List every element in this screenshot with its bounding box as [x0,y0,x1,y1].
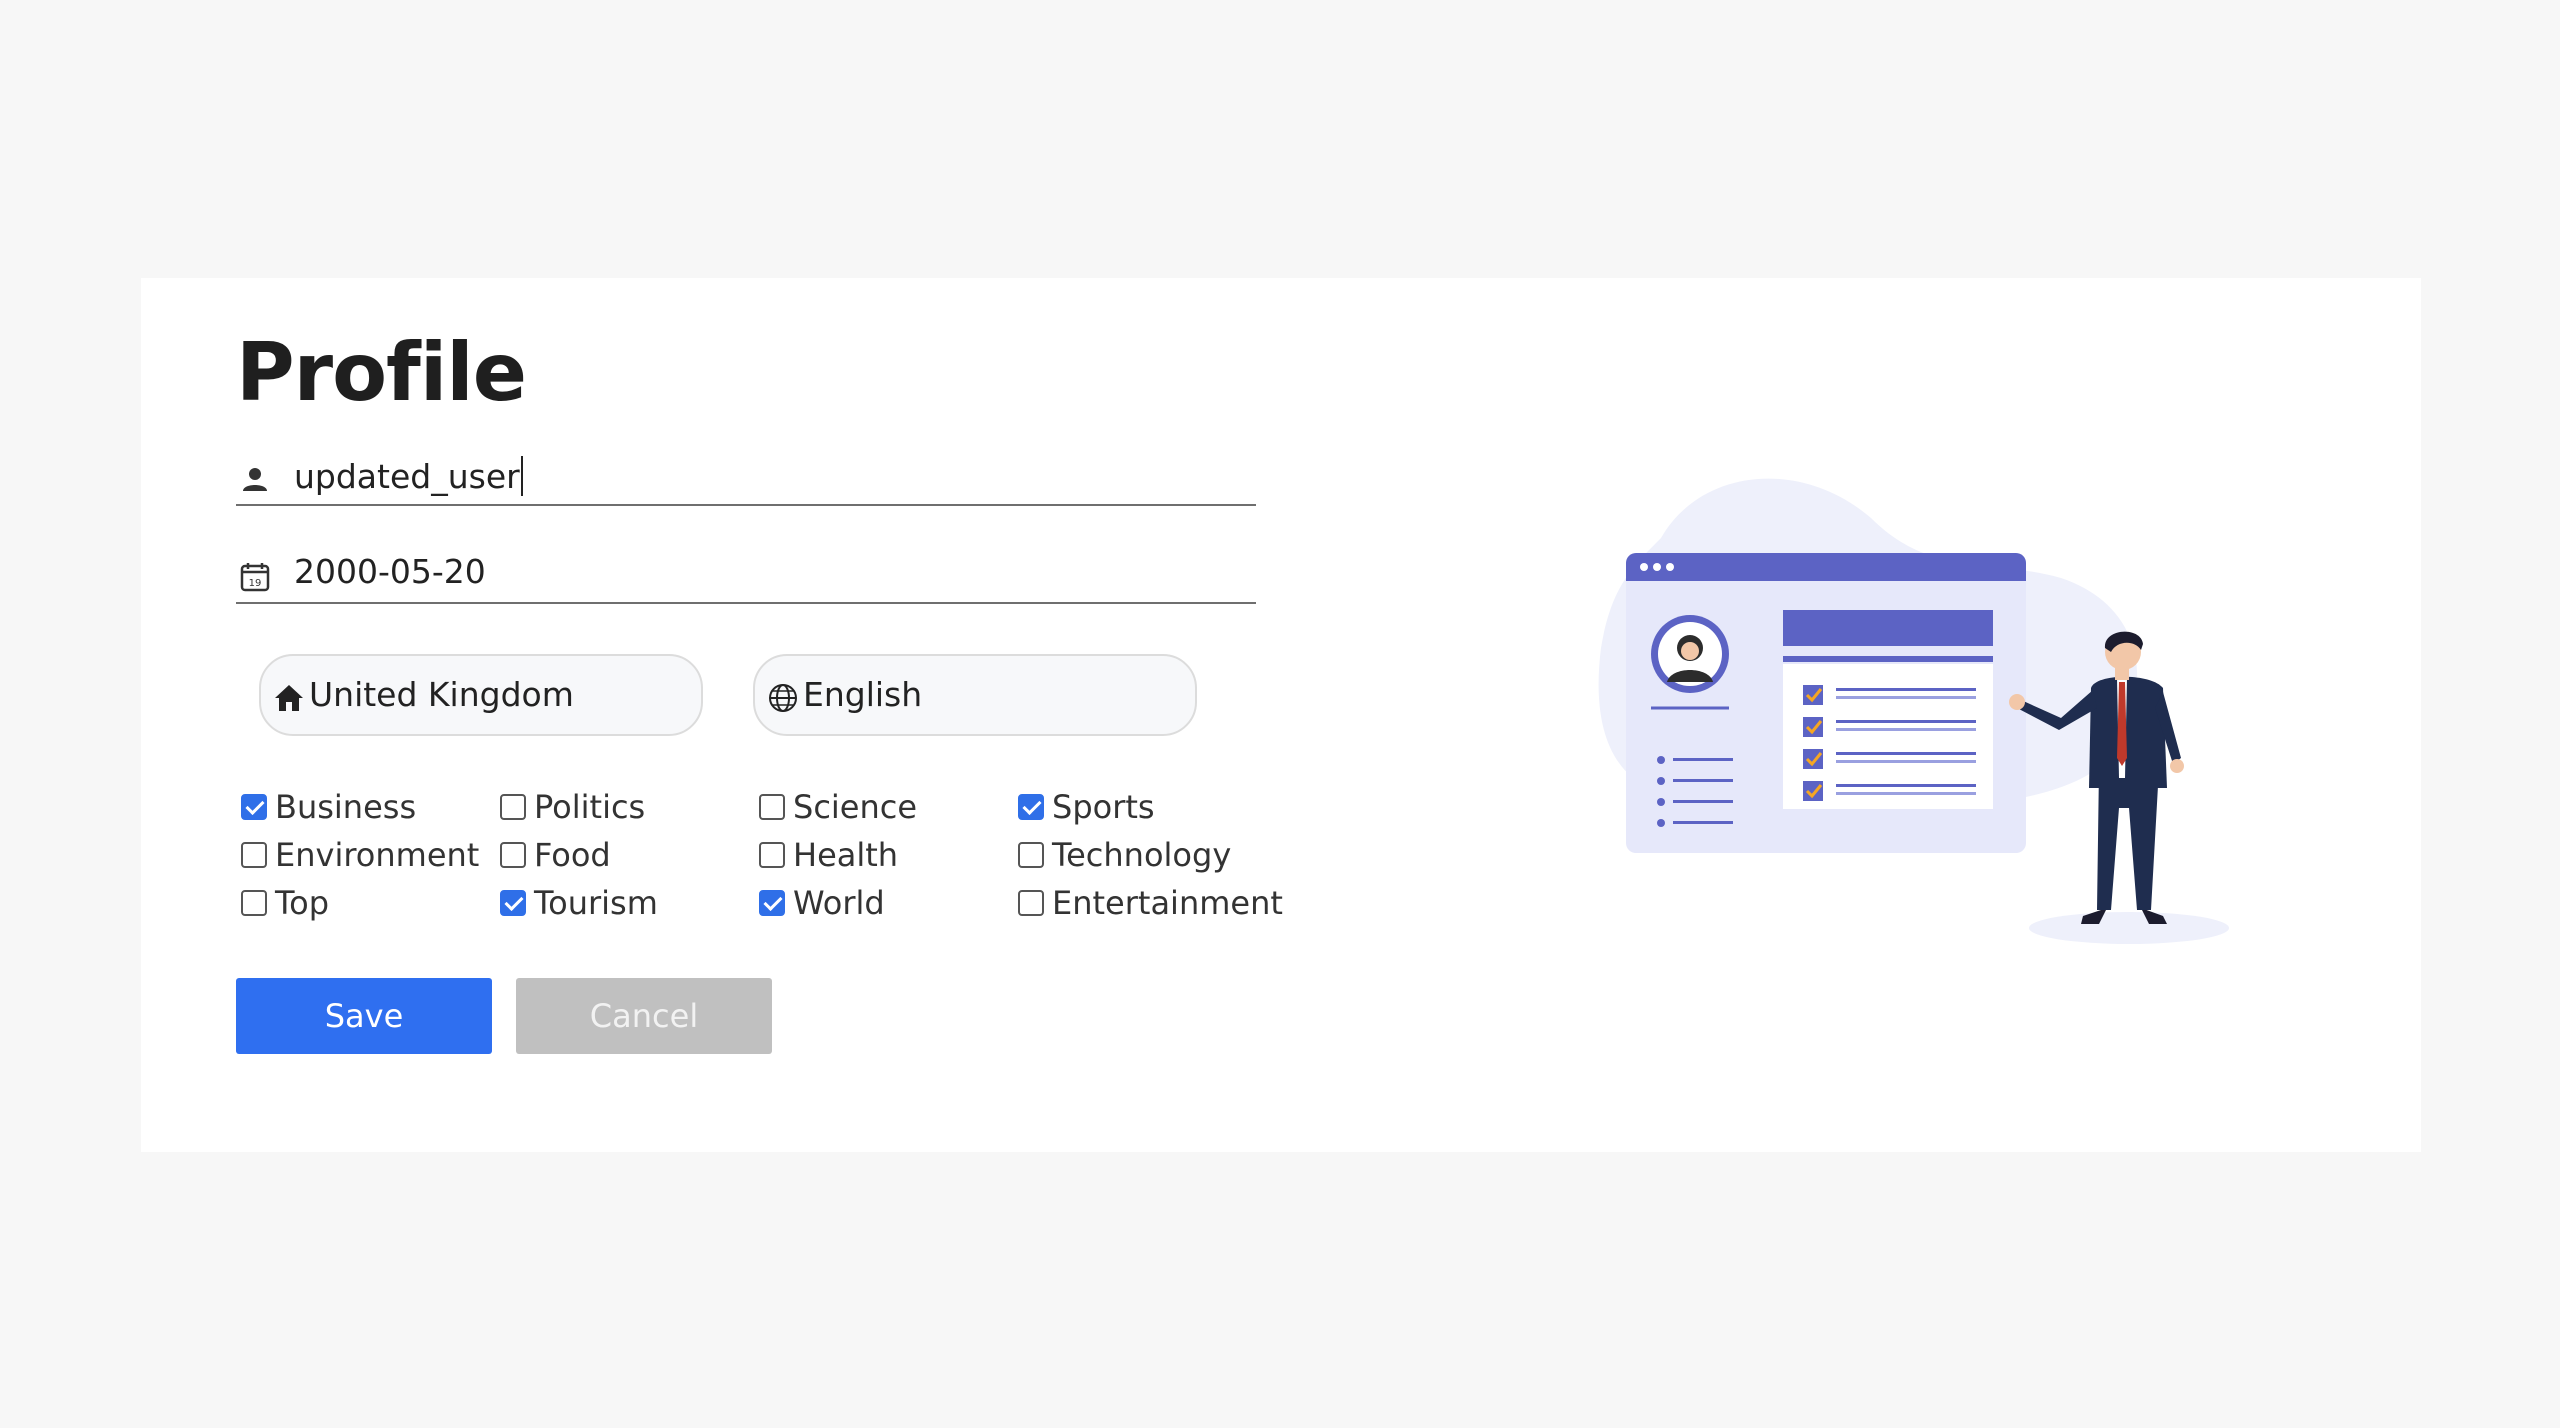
svg-text:19: 19 [249,578,262,589]
checkbox[interactable] [1018,890,1044,916]
content-header [1783,610,1993,646]
checkbox[interactable] [500,794,526,820]
checkbox[interactable] [241,794,267,820]
checkbox[interactable] [759,794,785,820]
home-icon [275,685,303,711]
calendar-icon: 19 [240,563,270,592]
birthdate-value: 2000-05-20 [294,552,486,591]
birthdate-field[interactable]: 19 2000-05-20 [236,542,1256,604]
country-value: United Kingdom [309,675,574,714]
checkbox[interactable] [500,842,526,868]
checkbox[interactable] [1018,794,1044,820]
checkbox[interactable] [241,890,267,916]
checkbox[interactable] [759,842,785,868]
profile-illustration [1598,478,2229,944]
page-title: Profile [236,326,527,419]
checkbox[interactable] [759,890,785,916]
person-icon [243,468,267,491]
username-value: updated_user [294,457,520,496]
language-value: English [803,675,923,714]
profile-card: Profile updated_user 19 2000-05-20 Unite… [141,278,2421,1152]
country-select[interactable]: United Kingdom [259,654,703,736]
floor-shadow [2029,912,2229,944]
save-button[interactable]: Save [236,978,492,1054]
checkbox[interactable] [500,890,526,916]
checkbox[interactable] [1018,842,1044,868]
checkbox[interactable] [241,842,267,868]
cancel-button[interactable]: Cancel [516,978,772,1054]
username-field[interactable]: updated_user [236,450,1256,506]
text-caret [520,456,523,496]
globe-icon [769,684,797,712]
language-select[interactable]: English [753,654,1197,736]
